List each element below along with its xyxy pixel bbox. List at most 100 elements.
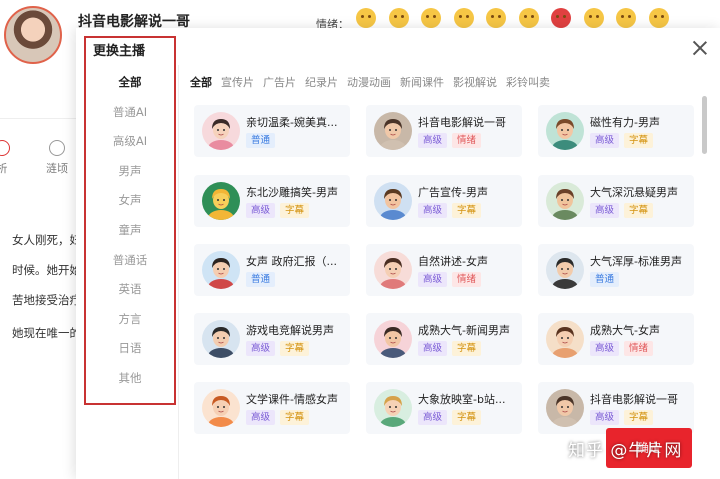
category-item[interactable]: 日语 xyxy=(86,340,174,356)
tab-item[interactable]: 广告片 xyxy=(263,74,296,90)
tag-badge: 字幕 xyxy=(280,341,310,356)
avatar xyxy=(546,182,584,220)
tool-analyze[interactable]: 析 xyxy=(0,140,10,176)
voice-card[interactable]: 抖音电影解说一哥 高级 字幕 xyxy=(538,382,694,434)
voice-tags: 高级 字幕 xyxy=(590,410,654,425)
voice-card[interactable]: 游戏电竞解说男声 高级 字幕 xyxy=(194,313,350,365)
frowning-face-icon[interactable] xyxy=(415,7,448,29)
category-panel: 更换主播 全部普通AI 高级AI 男声女声童声普通话英语方言日语其他 xyxy=(84,36,176,405)
voice-card[interactable]: 磁性有力-男声 高级 字幕 xyxy=(538,105,694,157)
avatar xyxy=(202,182,240,220)
avatar xyxy=(374,182,412,220)
voice-card[interactable]: 文学课件-情感女声 高级 字幕 xyxy=(194,382,350,434)
voice-card[interactable]: 东北沙雕搞笑-男声 高级 字幕 xyxy=(194,175,350,227)
category-item[interactable]: 普通AI xyxy=(86,104,174,120)
category-item[interactable]: 男声 xyxy=(86,163,174,179)
tag-badge: 普通 xyxy=(590,272,620,287)
tab-item[interactable]: 影视解说 xyxy=(453,74,497,90)
voice-tags: 高级 字幕 xyxy=(590,203,654,218)
tag-badge: 字幕 xyxy=(624,410,654,425)
category-item[interactable]: 普通话 xyxy=(86,252,174,268)
voice-tags: 高级 字幕 xyxy=(246,410,310,425)
voice-tags: 普通 xyxy=(246,133,276,148)
mood-emoji-row xyxy=(350,7,675,29)
voice-name: 女声 政府汇报（... xyxy=(246,255,337,268)
avatar xyxy=(546,320,584,358)
tag-badge: 字幕 xyxy=(280,410,310,425)
unamused-face-icon[interactable] xyxy=(513,7,546,29)
voice-card[interactable]: 成熟大气-女声 高级 情绪 xyxy=(538,313,694,365)
text-line: 时候。她开始 xyxy=(12,263,81,277)
voice-tags: 高级 情绪 xyxy=(418,272,482,287)
avatar xyxy=(546,251,584,289)
category-item[interactable]: 全部 xyxy=(86,74,174,90)
tag-badge: 字幕 xyxy=(624,203,654,218)
voice-name: 成熟大气-新闻男声 xyxy=(418,324,510,337)
arrow-circle-icon xyxy=(49,140,65,156)
voice-name: 自然讲述-女声 xyxy=(418,255,488,268)
smiling-face-icon[interactable] xyxy=(578,7,611,29)
beaming-face-icon[interactable] xyxy=(643,7,676,29)
voice-card[interactable]: 女声 政府汇报（... 普通 xyxy=(194,244,350,296)
voice-tags: 高级 字幕 xyxy=(590,133,654,148)
surprised-face-icon[interactable] xyxy=(480,7,513,29)
tag-badge: 高级 xyxy=(418,410,448,425)
tag-badge: 字幕 xyxy=(452,341,482,356)
tag-badge: 高级 xyxy=(590,203,620,218)
neutral-face-icon[interactable] xyxy=(383,7,416,29)
voice-card[interactable]: 成熟大气-新闻男声 高级 字幕 xyxy=(366,313,522,365)
scrollbar[interactable] xyxy=(702,96,707,154)
tag-badge: 普通 xyxy=(246,272,276,287)
tab-item[interactable]: 宣传片 xyxy=(221,74,254,90)
avatar[interactable] xyxy=(4,6,62,64)
category-item[interactable]: 女声 xyxy=(86,192,174,208)
tag-badge: 高级 xyxy=(246,203,276,218)
tag-badge: 高级 xyxy=(418,133,448,148)
voice-card[interactable]: 自然讲述-女声 高级 情绪 xyxy=(366,244,522,296)
voice-name: 游戏电竞解说男声 xyxy=(246,324,334,337)
voice-name: 成熟大气-女声 xyxy=(590,324,660,337)
voice-name: 广告宣传-男声 xyxy=(418,186,488,199)
grinning-face-icon[interactable] xyxy=(350,7,383,29)
tag-badge: 字幕 xyxy=(280,203,310,218)
voice-tags: 高级 字幕 xyxy=(246,341,310,356)
voice-card[interactable]: 大气浑厚-标准男声 普通 xyxy=(538,244,694,296)
avatar xyxy=(374,320,412,358)
voice-name: 抖音电影解说一哥 xyxy=(418,116,506,129)
category-item[interactable]: 高级AI xyxy=(86,133,174,149)
voice-card[interactable]: 大气深沉悬疑男声 高级 字幕 xyxy=(538,175,694,227)
voice-name: 大象放映室-b站... xyxy=(418,393,506,406)
avatar xyxy=(202,389,240,427)
tab-item[interactable]: 新闻课件 xyxy=(400,74,444,90)
avatar xyxy=(546,112,584,150)
happy-face-icon[interactable] xyxy=(610,7,643,29)
voice-card[interactable]: 大象放映室-b站... 高级 字幕 xyxy=(366,382,522,434)
tag-badge: 高级 xyxy=(590,410,620,425)
voice-tags: 高级 字幕 xyxy=(418,341,482,356)
tab-item[interactable]: 动漫动画 xyxy=(347,74,391,90)
tag-badge: 高级 xyxy=(418,203,448,218)
panel-title: 更换主播 xyxy=(93,44,146,59)
category-item[interactable]: 其他 xyxy=(86,370,174,386)
tab-item[interactable]: 彩铃叫卖 xyxy=(506,74,550,90)
voice-name: 大气浑厚-标准男声 xyxy=(590,255,682,268)
voice-card[interactable]: 广告宣传-男声 高级 字幕 xyxy=(366,175,522,227)
analyze-icon xyxy=(0,140,10,156)
voice-card[interactable]: 抖音电影解说一哥 高级 情绪 xyxy=(366,105,522,157)
text-line: 她现在唯一的 xyxy=(12,326,81,340)
voice-name: 抖音电影解说一哥 xyxy=(590,393,678,406)
voice-tags: 普通 xyxy=(246,272,276,287)
tab-item[interactable]: 纪录片 xyxy=(305,74,338,90)
category-item[interactable]: 英语 xyxy=(86,281,174,297)
laughing-face-icon[interactable] xyxy=(448,7,481,29)
category-item[interactable]: 方言 xyxy=(86,311,174,327)
text-line: 女人刚死，妇 xyxy=(12,233,81,247)
red-face-icon[interactable] xyxy=(545,7,578,29)
tab-item[interactable]: 全部 xyxy=(190,74,212,90)
category-item[interactable]: 童声 xyxy=(86,222,174,238)
tool-ripple[interactable]: 涟顷 xyxy=(46,140,68,176)
voice-tags: 高级 字幕 xyxy=(418,410,482,425)
voice-card[interactable]: 亲切温柔-婉美真... 普通 xyxy=(194,105,350,157)
close-icon[interactable] xyxy=(692,40,708,56)
avatar xyxy=(374,389,412,427)
